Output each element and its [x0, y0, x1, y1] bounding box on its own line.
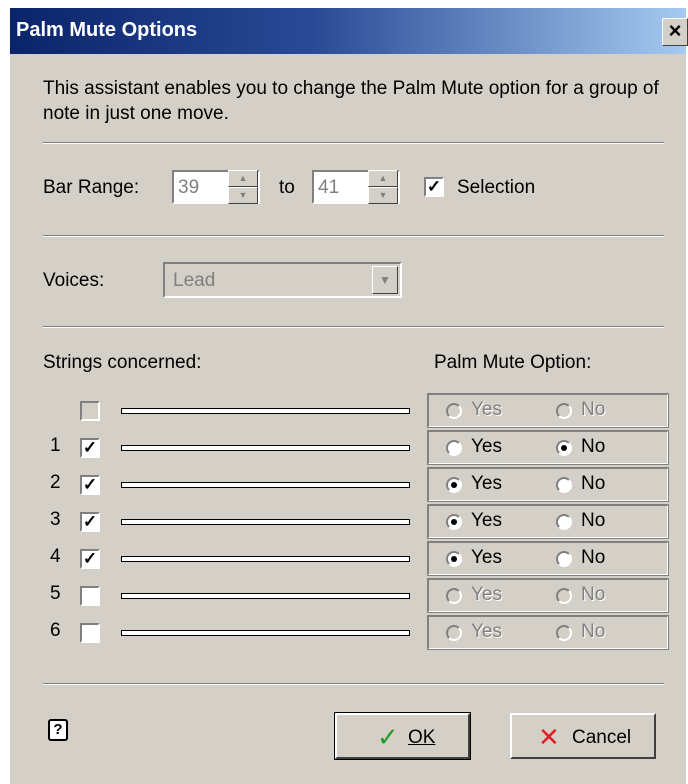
- window-title: Palm Mute Options: [16, 19, 198, 41]
- bar-range-to-value: 41: [318, 177, 340, 198]
- string-number: 5: [50, 583, 61, 604]
- chevron-down-icon[interactable]: ▼: [372, 266, 398, 294]
- string-checkbox[interactable]: ✓: [80, 549, 100, 569]
- palm-mute-yes-label: Yes: [471, 547, 502, 568]
- palm-mute-no-radio[interactable]: [556, 440, 572, 456]
- string-number: 6: [50, 620, 61, 641]
- palm-mute-yes-label: Yes: [471, 399, 502, 420]
- palm-mute-yes-label: Yes: [471, 584, 502, 605]
- palm-mute-yes-radio[interactable]: [446, 403, 462, 419]
- palm-mute-no-label: No: [581, 621, 606, 642]
- voices-value: Lead: [173, 270, 216, 291]
- string-line: [121, 556, 410, 562]
- string-checkbox[interactable]: [80, 623, 100, 643]
- palm-mute-no-label: No: [581, 473, 606, 494]
- x-icon: ✕: [538, 722, 560, 752]
- string-checkbox[interactable]: ✓: [80, 512, 100, 532]
- ok-button[interactable]: ✓ OK: [334, 712, 471, 760]
- string-checkbox[interactable]: [80, 401, 100, 421]
- palm-mute-option-group: [427, 430, 669, 465]
- palm-mute-no-label: No: [581, 510, 606, 531]
- palm-mute-yes-label: Yes: [471, 510, 502, 531]
- palm-mute-yes-radio[interactable]: [446, 440, 462, 456]
- separator: [43, 142, 664, 144]
- string-line: [121, 408, 410, 414]
- palm-mute-yes-radio[interactable]: [446, 477, 462, 493]
- separator: [43, 683, 664, 685]
- strings-header: Strings concerned:: [43, 352, 202, 373]
- string-number: 3: [50, 509, 61, 530]
- separator: [43, 235, 664, 237]
- ok-label: OK: [408, 727, 436, 748]
- bar-range-label: Bar Range:: [43, 177, 140, 198]
- string-checkbox[interactable]: [80, 586, 100, 606]
- bar-range-to-stepper[interactable]: 41 ▲ ▼: [312, 170, 400, 204]
- string-checkbox[interactable]: ✓: [80, 475, 100, 495]
- help-icon[interactable]: ?: [48, 719, 68, 741]
- cancel-button[interactable]: ✕ Cancel: [510, 713, 656, 759]
- selection-label: Selection: [457, 177, 536, 198]
- palm-mute-no-label: No: [581, 436, 606, 457]
- palm-mute-no-label: No: [581, 399, 606, 420]
- bar-range-from-value: 39: [178, 177, 200, 198]
- checkmark-icon: ✓: [377, 722, 399, 752]
- string-line: [121, 593, 410, 599]
- palm-mute-yes-radio[interactable]: [446, 625, 462, 641]
- palm-mute-option-group: [427, 393, 669, 428]
- string-line: [121, 519, 410, 525]
- description-text: This assistant enables you to change the…: [43, 78, 659, 124]
- string-number: 4: [50, 546, 61, 567]
- palm-mute-option-group: [427, 467, 669, 502]
- string-line: [121, 482, 410, 488]
- palm-mute-no-radio[interactable]: [556, 514, 572, 530]
- voices-select[interactable]: Lead ▼: [163, 262, 402, 298]
- palm-mute-no-radio[interactable]: [556, 551, 572, 567]
- background-edge: [0, 0, 10, 784]
- palm-mute-option-header: Palm Mute Option:: [434, 352, 592, 373]
- palm-mute-yes-radio[interactable]: [446, 514, 462, 530]
- spin-up-icon[interactable]: ▲: [368, 170, 398, 187]
- string-line: [121, 630, 410, 636]
- palm-mute-option-group: [427, 504, 669, 539]
- palm-mute-no-label: No: [581, 547, 606, 568]
- string-checkbox[interactable]: ✓: [80, 438, 100, 458]
- selection-checkbox[interactable]: ✓: [424, 177, 444, 197]
- string-line: [121, 445, 410, 451]
- palm-mute-yes-label: Yes: [471, 621, 502, 642]
- palm-mute-option-group: [427, 615, 669, 650]
- spin-down-icon[interactable]: ▼: [228, 187, 258, 204]
- palm-mute-no-radio[interactable]: [556, 477, 572, 493]
- spin-up-icon[interactable]: ▲: [228, 170, 258, 187]
- spin-down-icon[interactable]: ▼: [368, 187, 398, 204]
- string-number: 2: [50, 472, 61, 493]
- palm-mute-option-group: [427, 578, 669, 613]
- cancel-label: Cancel: [572, 727, 632, 748]
- palm-mute-no-radio[interactable]: [556, 588, 572, 604]
- close-icon: ×: [668, 18, 682, 43]
- string-number: 1: [50, 435, 61, 456]
- voices-label: Voices:: [43, 270, 105, 291]
- palm-mute-no-radio[interactable]: [556, 403, 572, 419]
- palm-mute-no-radio[interactable]: [556, 625, 572, 641]
- palm-mute-yes-radio[interactable]: [446, 551, 462, 567]
- palm-mute-yes-label: Yes: [471, 473, 502, 494]
- palm-mute-yes-radio[interactable]: [446, 588, 462, 604]
- palm-mute-no-label: No: [581, 584, 606, 605]
- palm-mute-yes-label: Yes: [471, 436, 502, 457]
- title-bar[interactable]: Palm Mute Options ×: [10, 8, 688, 54]
- to-label: to: [279, 177, 295, 198]
- bar-range-from-stepper[interactable]: 39 ▲ ▼: [172, 170, 260, 204]
- close-button[interactable]: ×: [662, 18, 688, 46]
- separator: [43, 326, 664, 328]
- palm-mute-option-group: [427, 541, 669, 576]
